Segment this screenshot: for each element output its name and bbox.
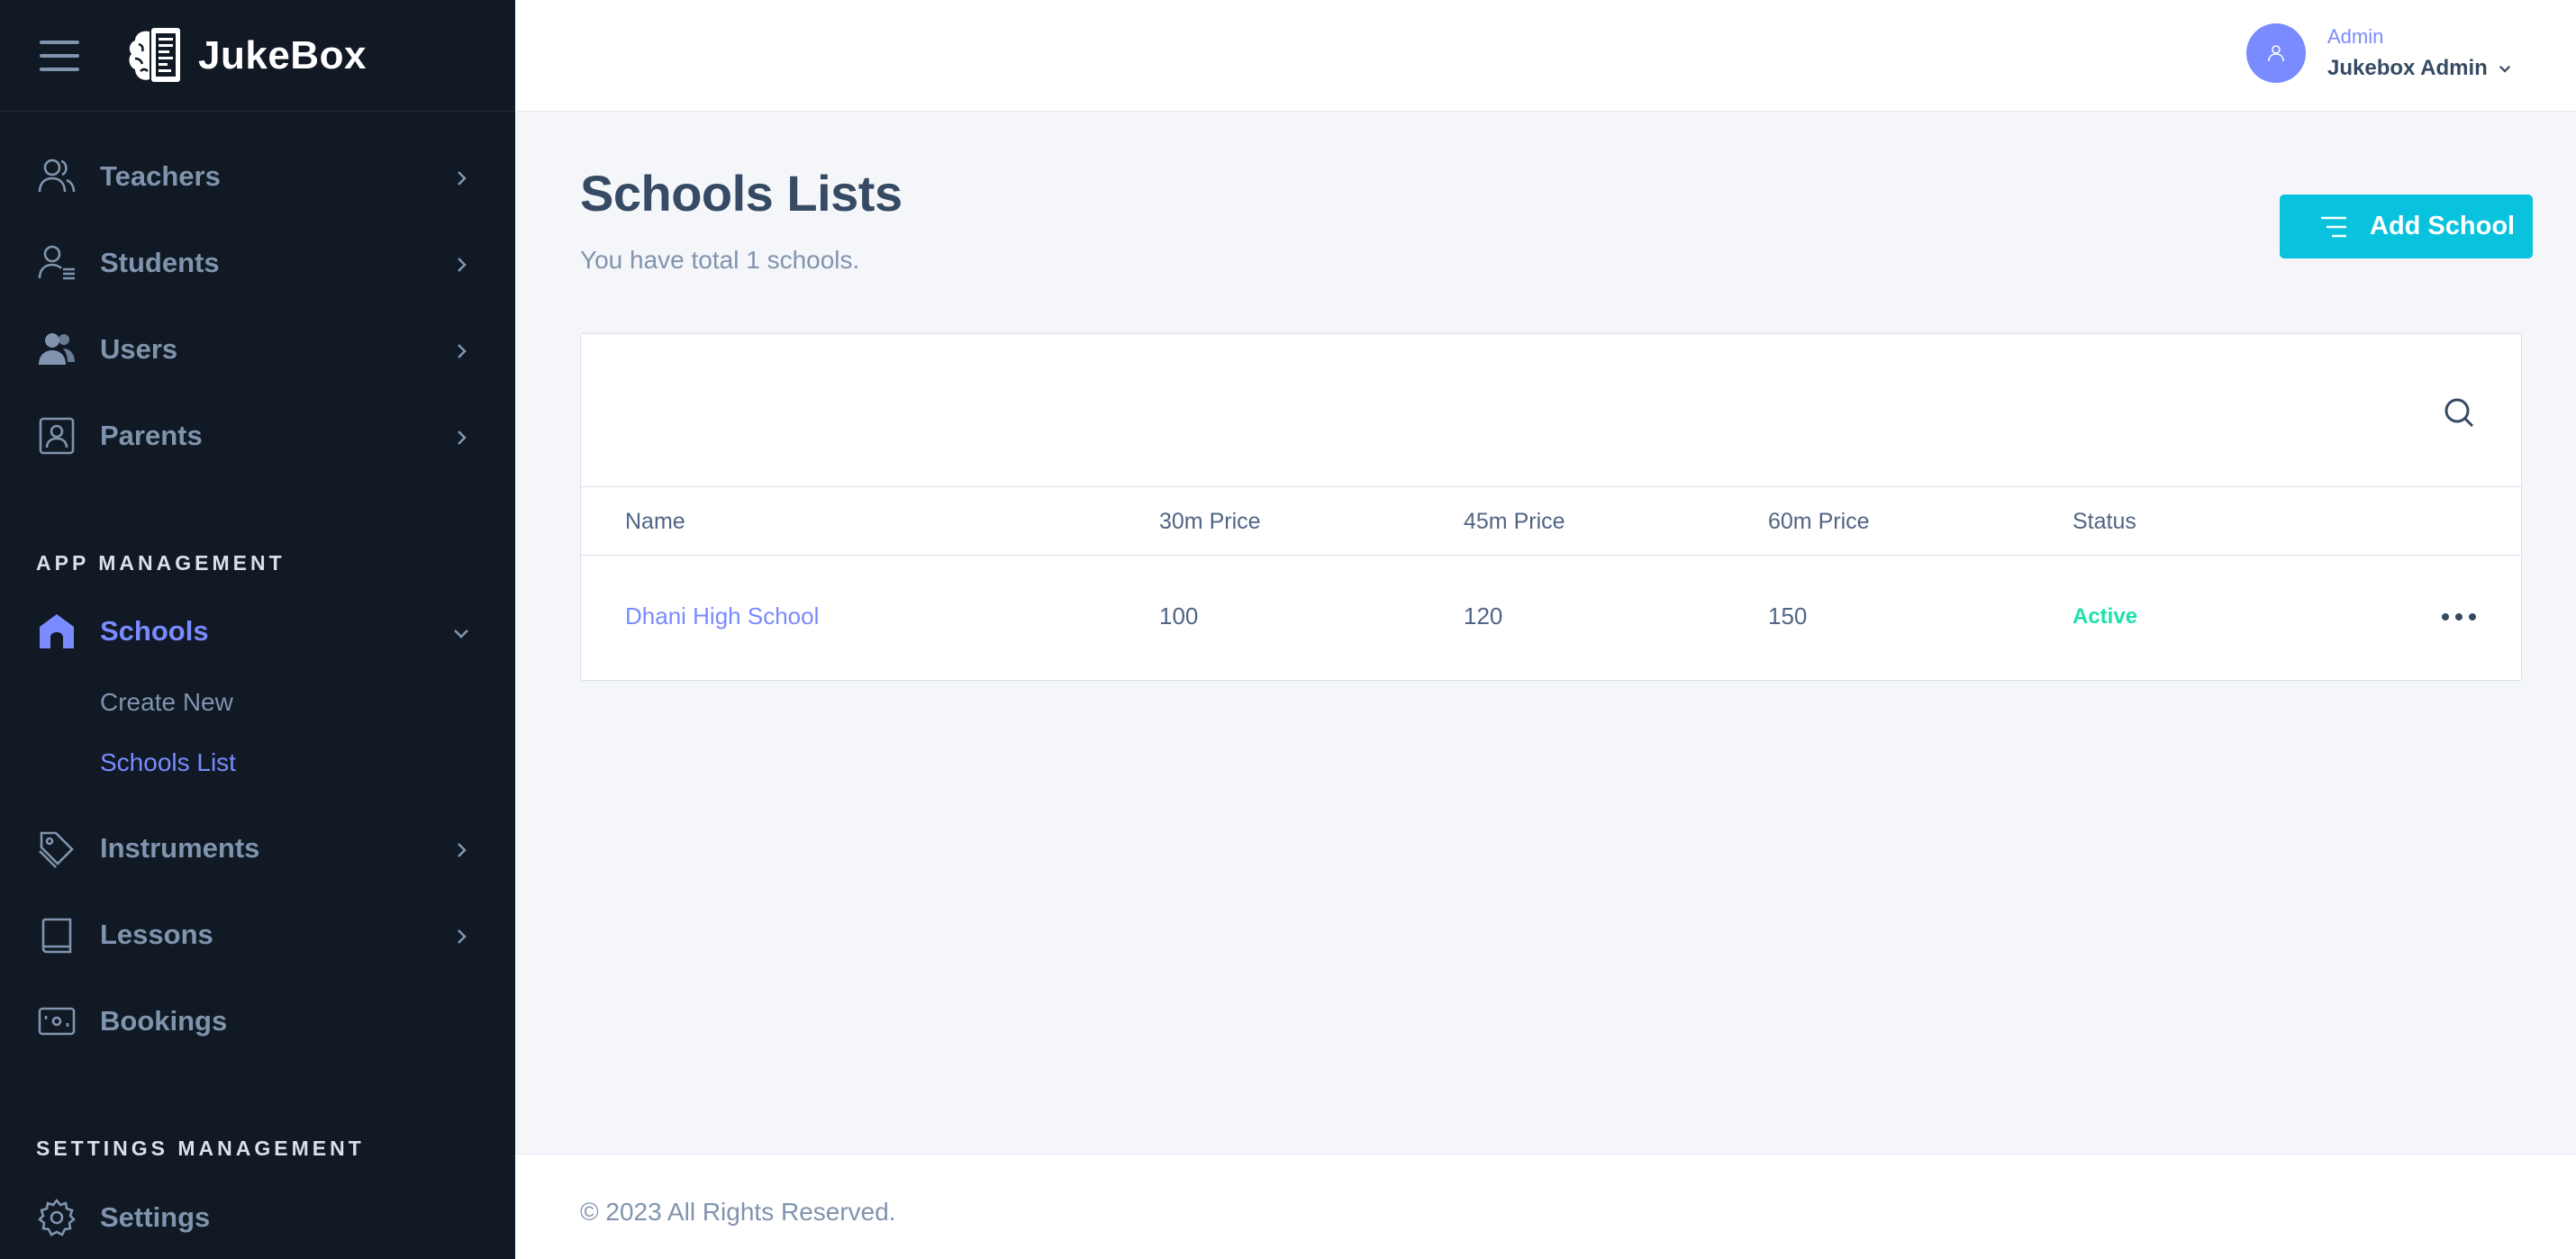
sidebar-item-label: Instruments <box>100 832 260 864</box>
sidebar-header: JukeBox <box>0 0 515 112</box>
chevron-right-icon <box>458 171 467 186</box>
footer: © 2023 All Rights Reserved. <box>515 1154 2576 1259</box>
section-title-settings-management: SETTINGS MANAGEMENT <box>36 1137 365 1160</box>
book-icon <box>36 914 77 956</box>
brand-name: JukeBox <box>198 32 367 77</box>
sidebar-item-label: Users <box>100 333 178 365</box>
chevron-right-icon <box>458 430 467 445</box>
user-icon <box>2268 45 2284 62</box>
column-header-name: Name <box>625 509 685 534</box>
page-subtitle: You have total 1 schools. <box>580 246 860 274</box>
sidebar-item-students[interactable]: Students <box>0 227 515 299</box>
column-header-60m-price: 60m Price <box>1768 509 1870 534</box>
more-options-icon[interactable] <box>2442 604 2476 630</box>
sidebar-item-label: Teachers <box>100 160 221 192</box>
chevron-right-icon <box>458 258 467 272</box>
tag-icon <box>36 828 77 869</box>
sidebar-item-schools[interactable]: Schools <box>0 595 515 667</box>
top-bar: Admin Jukebox Admin <box>515 0 2576 112</box>
section-title-app-management: APP MANAGEMENT <box>36 551 286 575</box>
user-list-icon <box>36 242 77 284</box>
home-icon <box>36 611 77 652</box>
sidebar-subitem-schools-list[interactable]: Schools List <box>100 748 236 777</box>
chevron-right-icon <box>458 344 467 358</box>
sidebar-item-settings[interactable]: Settings <box>0 1182 515 1254</box>
column-header-30m-price: 30m Price <box>1159 509 1261 534</box>
column-header-status: Status <box>2073 509 2136 534</box>
sidebar-item-label: Bookings <box>100 1005 228 1037</box>
sidebar-item-parents[interactable]: Parents <box>0 400 515 472</box>
footer-copyright: © 2023 All Rights Reserved. <box>580 1198 896 1226</box>
sidebar-item-teachers[interactable]: Teachers <box>0 140 515 213</box>
sidebar-item-label: Schools <box>100 615 209 647</box>
add-school-button-label: Add School <box>2370 212 2516 240</box>
chevron-right-icon <box>458 929 467 944</box>
page-title: Schools Lists <box>580 165 903 222</box>
cell-60m-price: 150 <box>1768 602 1808 630</box>
school-name-link[interactable]: Dhani High School <box>625 602 819 630</box>
card-tools <box>581 334 2521 487</box>
chevron-down-icon <box>2499 65 2510 73</box>
gear-icon <box>36 1197 77 1238</box>
money-icon <box>36 1001 77 1042</box>
column-header-45m-price: 45m Price <box>1464 509 1565 534</box>
status-badge: Active <box>2073 604 2138 629</box>
user-card-icon <box>36 415 77 457</box>
sidebar: JukeBox Teachers Students Users Parents … <box>0 0 515 1259</box>
users-icon <box>36 156 77 197</box>
search-icon[interactable] <box>2442 395 2476 430</box>
cell-30m-price: 100 <box>1159 602 1199 630</box>
table-header: Name 30m Price 45m Price 60m Price Statu… <box>581 487 2521 556</box>
chevron-right-icon <box>458 843 467 857</box>
sidebar-item-label: Settings <box>100 1201 211 1233</box>
sidebar-item-label: Students <box>100 247 220 278</box>
users-fill-icon <box>36 329 77 370</box>
sidebar-item-instruments[interactable]: Instruments <box>0 812 515 884</box>
user-menu[interactable]: Admin Jukebox Admin <box>2246 23 2513 83</box>
cell-45m-price: 120 <box>1464 602 1503 630</box>
sidebar-item-lessons[interactable]: Lessons <box>0 899 515 971</box>
sidebar-item-bookings[interactable]: Bookings <box>0 985 515 1057</box>
sidebar-item-users[interactable]: Users <box>0 313 515 385</box>
list-icon <box>2321 216 2346 237</box>
table-row: Dhani High School 100 120 150 Active <box>581 556 2521 680</box>
sidebar-subitem-create-new[interactable]: Create New <box>100 688 233 717</box>
sidebar-item-label: Lessons <box>100 919 213 950</box>
user-role: Admin <box>2327 25 2384 48</box>
sidebar-item-label: Parents <box>100 420 203 451</box>
avatar <box>2246 23 2306 83</box>
logo[interactable]: JukeBox <box>122 23 367 89</box>
schools-table-card: Name 30m Price 45m Price 60m Price Statu… <box>580 333 2522 681</box>
add-school-button[interactable]: Add School <box>2280 195 2533 258</box>
user-name: Jukebox Admin <box>2327 56 2488 80</box>
brain-book-logo-icon <box>129 27 180 82</box>
chevron-down-icon <box>454 630 468 639</box>
menu-toggle-icon[interactable] <box>40 40 79 71</box>
